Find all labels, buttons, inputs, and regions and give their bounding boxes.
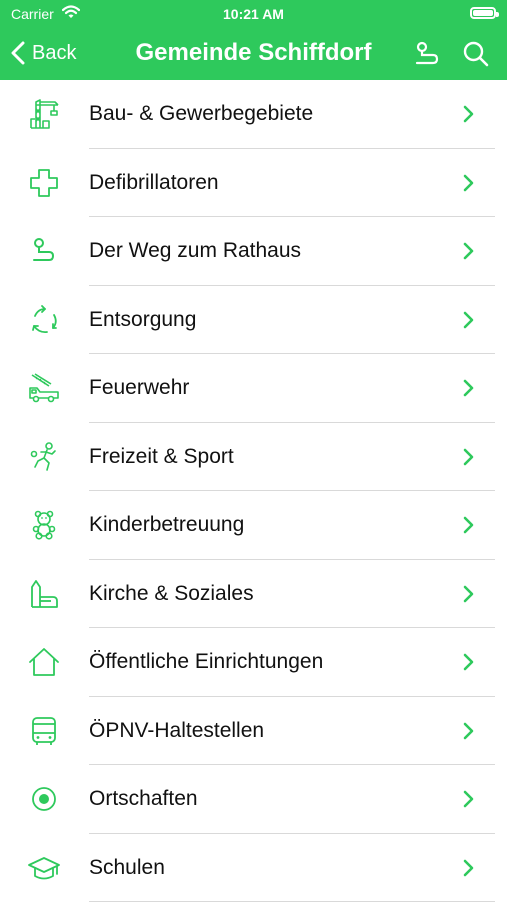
list-item-kirche-soziales[interactable]: Kirche & Soziales [0, 560, 507, 629]
list-item-defibrillatoren[interactable]: Defibrillatoren [0, 149, 507, 218]
list-item-label: Kirche & Soziales [89, 582, 254, 606]
list-item-label: ÖPNV-Haltestellen [89, 719, 264, 743]
chevron-right-icon [462, 241, 476, 261]
chevron-right-icon [462, 652, 476, 672]
route-icon [27, 234, 61, 268]
list-item-label: Entsorgung [89, 308, 196, 332]
status-bar: Carrier 10:21 AM [0, 0, 507, 28]
back-label: Back [32, 42, 76, 65]
bus-icon [27, 714, 61, 748]
chevron-right-icon [462, 104, 476, 124]
navigation-bar: Back Gemeinde Schiffdorf [0, 28, 507, 80]
list-item-label: Defibrillatoren [89, 171, 219, 195]
medical-cross-icon [27, 166, 61, 200]
list-item-freizeit-sport[interactable]: Freizeit & Sport [0, 423, 507, 492]
chevron-right-icon [462, 584, 476, 604]
chevron-right-icon [462, 447, 476, 467]
list-item-label: Der Weg zum Rathaus [89, 239, 301, 263]
chevron-left-icon [10, 41, 26, 65]
church-icon [27, 577, 61, 611]
chevron-right-icon [462, 789, 476, 809]
soccer-player-icon [27, 440, 61, 474]
list-item-label: Freizeit & Sport [89, 445, 234, 469]
list-item-label: Öffentliche Einrichtungen [89, 650, 323, 674]
chevron-right-icon [462, 721, 476, 741]
list-item-label: Feuerwehr [89, 376, 189, 400]
recycle-icon [27, 303, 61, 337]
search-icon[interactable] [462, 40, 490, 68]
list-item-oepnv-haltestellen[interactable]: ÖPNV-Haltestellen [0, 697, 507, 766]
location-dot-icon [27, 782, 61, 816]
list-item-label: Schulen [89, 856, 165, 880]
category-list: Bau- & Gewerbegebiete Defibrillatoren De… [0, 80, 507, 902]
list-item-weg-zum-rathaus[interactable]: Der Weg zum Rathaus [0, 217, 507, 286]
chevron-right-icon [462, 378, 476, 398]
chevron-right-icon [462, 858, 476, 878]
top-bar: Carrier 10:21 AM Back Gemeinde Schiffdor… [0, 0, 507, 80]
back-button[interactable]: Back [10, 38, 76, 68]
fire-truck-icon [27, 371, 61, 405]
route-icon[interactable] [413, 40, 441, 68]
clock: 10:21 AM [0, 6, 507, 22]
list-item-label: Bau- & Gewerbegebiete [89, 102, 313, 126]
list-item-entsorgung[interactable]: Entsorgung [0, 286, 507, 355]
chevron-right-icon [462, 173, 476, 193]
list-item-schulen[interactable]: Schulen [0, 834, 507, 902]
teddy-bear-icon [27, 508, 61, 542]
battery-icon [470, 7, 496, 19]
list-item-label: Kinderbetreuung [89, 513, 244, 537]
chevron-right-icon [462, 515, 476, 535]
house-icon [27, 645, 61, 679]
list-item-feuerwehr[interactable]: Feuerwehr [0, 354, 507, 423]
list-item-bau-gewerbegebiete[interactable]: Bau- & Gewerbegebiete [0, 80, 507, 149]
crane-icon [27, 97, 61, 131]
graduation-cap-icon [27, 851, 61, 885]
list-item-oeffentliche-einrichtungen[interactable]: Öffentliche Einrichtungen [0, 628, 507, 697]
list-item-label: Ortschaften [89, 787, 198, 811]
list-item-ortschaften[interactable]: Ortschaften [0, 765, 507, 834]
chevron-right-icon [462, 310, 476, 330]
list-item-kinderbetreuung[interactable]: Kinderbetreuung [0, 491, 507, 560]
